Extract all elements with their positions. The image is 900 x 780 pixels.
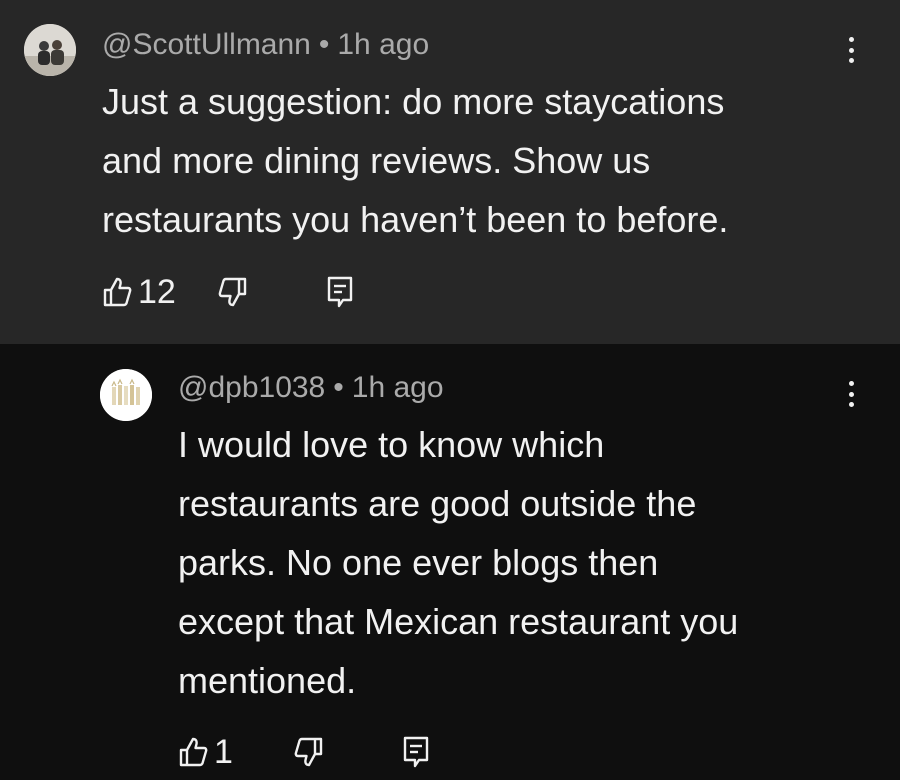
dislike-button[interactable] [218, 272, 248, 312]
thumbs-up-icon [179, 737, 208, 767]
reply-comment-icon [327, 276, 353, 308]
reply-button[interactable] [403, 732, 429, 772]
avatar[interactable] [100, 369, 152, 421]
comment-meta: @dpb1038 • 1h ago [178, 371, 444, 405]
like-button[interactable]: 1 [178, 732, 233, 772]
avatar-photo-icon [100, 369, 152, 421]
meta-separator: • [333, 371, 344, 404]
avatar[interactable] [24, 24, 76, 76]
author-handle[interactable]: @dpb1038 [178, 371, 325, 404]
timestamp[interactable]: 1h ago [337, 28, 429, 61]
like-button[interactable]: 12 [102, 272, 176, 312]
comment-meta: @ScottUllmann • 1h ago [102, 28, 429, 62]
more-vert-icon[interactable] [841, 37, 861, 63]
more-vert-icon[interactable] [841, 381, 861, 407]
like-count: 1 [214, 732, 233, 771]
like-count: 12 [138, 272, 176, 311]
meta-separator: • [318, 28, 330, 61]
comment-text: I would love to know which restaurants a… [178, 424, 739, 701]
comment-text: Just a suggestion: do more staycations a… [102, 81, 729, 240]
dislike-button[interactable] [294, 732, 324, 772]
timestamp[interactable]: 1h ago [352, 371, 444, 404]
thumbs-down-icon [294, 737, 323, 767]
thumbs-up-icon [103, 277, 132, 307]
author-handle[interactable]: @ScottUllmann [102, 28, 311, 61]
thumbs-down-icon [218, 277, 247, 307]
comment: @ScottUllmann • 1h ago Just a suggestion: … [0, 0, 900, 344]
reply-comment-icon [403, 736, 429, 768]
reply-button[interactable] [327, 272, 353, 312]
avatar-photo-icon [24, 24, 76, 76]
